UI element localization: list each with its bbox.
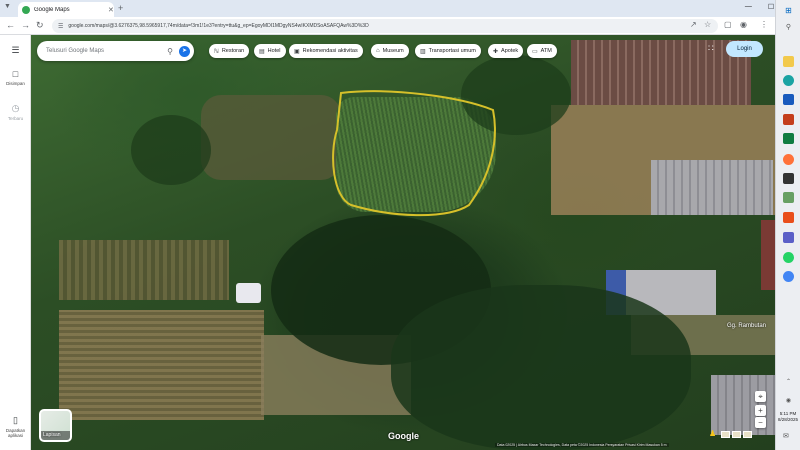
satellite-map[interactable] (31, 35, 775, 450)
back-button-icon[interactable]: ← (6, 20, 15, 30)
terminal-icon[interactable] (783, 173, 794, 184)
tab-strip: ▼ Google Maps ✕ + — ☐ ✕ (0, 0, 800, 17)
start-icon[interactable]: ⊞ (783, 5, 794, 16)
chip-restaurant[interactable]: ℕ Restoran (209, 44, 250, 58)
layers-toggle[interactable]: Lapisan (39, 409, 72, 442)
firefox-icon[interactable] (783, 154, 794, 165)
google-logo: Google (388, 431, 419, 441)
google-apps-icon[interactable]: ∷ (708, 43, 714, 54)
taskbar-clock[interactable]: 5:11 PM 8/28/2025 (777, 411, 799, 423)
word-icon[interactable] (783, 94, 794, 105)
teams-icon[interactable] (783, 232, 794, 243)
tab-search-icon[interactable]: ▼ (4, 3, 14, 13)
chip-transit[interactable]: ▥ Transportasi umum (415, 44, 481, 58)
chip-atm[interactable]: ▭ ATM (527, 44, 557, 58)
imagery-thumb[interactable] (743, 431, 752, 438)
atm-icon: ▭ (532, 48, 538, 55)
hamburger-icon: ☰ (11, 45, 20, 55)
search-box[interactable]: Telusuri Google Maps ⚲ ➤ (37, 41, 194, 61)
address-bar[interactable]: ☰ google.com/maps/@3.6276375,98.5965917,… (52, 19, 718, 33)
street-label: Gg. Rambutan (727, 323, 767, 329)
whatsapp-icon[interactable] (783, 252, 794, 263)
imagery-thumb[interactable] (721, 431, 730, 438)
app-icon[interactable] (783, 192, 794, 203)
chip-label: Transportasi umum (428, 48, 476, 54)
saved-label: Disimpan (6, 81, 25, 86)
chip-activities[interactable]: ▣ Rekomendasi aktivitas (289, 44, 363, 58)
imagery-thumb[interactable] (732, 431, 741, 438)
powerpoint-icon[interactable] (783, 114, 794, 125)
wifi-icon[interactable]: ◉ (783, 396, 794, 407)
pegman-icon[interactable]: ♟ (709, 429, 716, 438)
imagery-thumbnails[interactable] (721, 431, 752, 438)
zoom-out-button[interactable]: − (755, 417, 766, 428)
layers-label: Lapisan (43, 432, 61, 438)
tab-close-icon[interactable]: ✕ (108, 6, 114, 14)
profile-icon[interactable]: ◉ (740, 20, 747, 29)
recents-label: Terbaru (7, 116, 24, 121)
chip-label: Apotek (501, 48, 519, 54)
reload-button-icon[interactable]: ↻ (36, 20, 44, 31)
history-icon: ◷ (11, 103, 20, 113)
notification-icon[interactable]: ✉ (783, 432, 789, 440)
tray-chevron-icon[interactable]: ⌃ (783, 377, 794, 388)
map-attribution: Data 02025 | Airbus Maxar Technologies, … (495, 443, 669, 447)
tab-title: Google Maps (34, 6, 70, 13)
recents-button[interactable]: ◷ Terbaru (0, 103, 31, 121)
search-icon[interactable]: ⚲ (167, 47, 173, 56)
browser-tab[interactable]: Google Maps ✕ (18, 2, 114, 17)
search-icon[interactable]: ⚲ (783, 22, 794, 33)
bookmark-icon: □ (12, 69, 19, 79)
map-overlay (332, 90, 496, 217)
excel-icon[interactable] (783, 133, 794, 144)
directions-icon[interactable]: ➤ (179, 45, 190, 57)
saved-button[interactable]: □ Disimpan (0, 69, 31, 86)
minimize-button[interactable]: — (745, 3, 752, 11)
bookmark-star-icon[interactable]: ☆ (704, 20, 711, 29)
museum-icon: ⌂ (376, 48, 380, 54)
maps-side-rail: ☰ □ Disimpan ◷ Terbaru ▯ Dapatkan aplika… (0, 35, 31, 450)
get-app-label: Dapatkan aplikasi (5, 428, 26, 438)
menu-dots-icon[interactable]: ⋮ (760, 20, 768, 29)
extensions-icon[interactable]: ▢ (724, 20, 732, 29)
transit-icon: ▥ (420, 48, 426, 55)
forward-button-icon[interactable]: → (21, 20, 30, 30)
get-app-button[interactable]: ▯ Dapatkan aplikasi (0, 415, 31, 438)
hotel-icon: ▤ (259, 48, 265, 55)
new-tab-button[interactable]: + (118, 3, 123, 13)
chrome-icon[interactable] (783, 271, 794, 282)
site-info-icon[interactable]: ☰ (58, 23, 63, 30)
chip-museum[interactable]: ⌂ Museum (371, 44, 409, 58)
my-location-icon[interactable]: ⌖ (755, 391, 766, 402)
maps-favicon-icon (22, 5, 30, 14)
activities-icon: ▣ (294, 48, 300, 55)
search-input[interactable]: Telusuri Google Maps (46, 48, 167, 54)
phone-icon: ▯ (13, 415, 18, 425)
clock-date: 8/28/2025 (777, 417, 799, 422)
field-boundary-outline (332, 90, 496, 217)
pharmacy-icon: ✚ (493, 48, 499, 55)
share-icon[interactable]: ↗ (690, 20, 697, 29)
restaurant-icon: ℕ (214, 48, 219, 55)
chip-label: ATM (540, 48, 552, 54)
edge-icon[interactable] (783, 75, 794, 86)
menu-button[interactable]: ☰ (0, 45, 31, 56)
chip-label: Rekomendasi aktivitas (302, 48, 358, 54)
chip-label: Hotel (267, 48, 281, 54)
chip-label: Restoran (221, 48, 245, 54)
os-taskbar: ⊞ ⚲ ⌃ ◉ (775, 0, 800, 450)
maximize-button[interactable]: ☐ (768, 3, 774, 11)
chip-pharmacy[interactable]: ✚ Apotek (488, 44, 524, 58)
file-explorer-icon[interactable] (783, 56, 794, 67)
zoom-in-button[interactable]: + (755, 405, 766, 416)
chip-label: Museum (382, 48, 404, 54)
browser-toolbar: ← → ↻ ☰ google.com/maps/@3.6276375,98.59… (0, 17, 800, 35)
url-text: google.com/maps/@3.6276375,98.5965917,74… (68, 23, 369, 29)
chip-hotel[interactable]: ▤ Hotel (254, 44, 286, 58)
login-button[interactable]: Login (726, 41, 763, 57)
office-icon[interactable] (783, 212, 794, 223)
